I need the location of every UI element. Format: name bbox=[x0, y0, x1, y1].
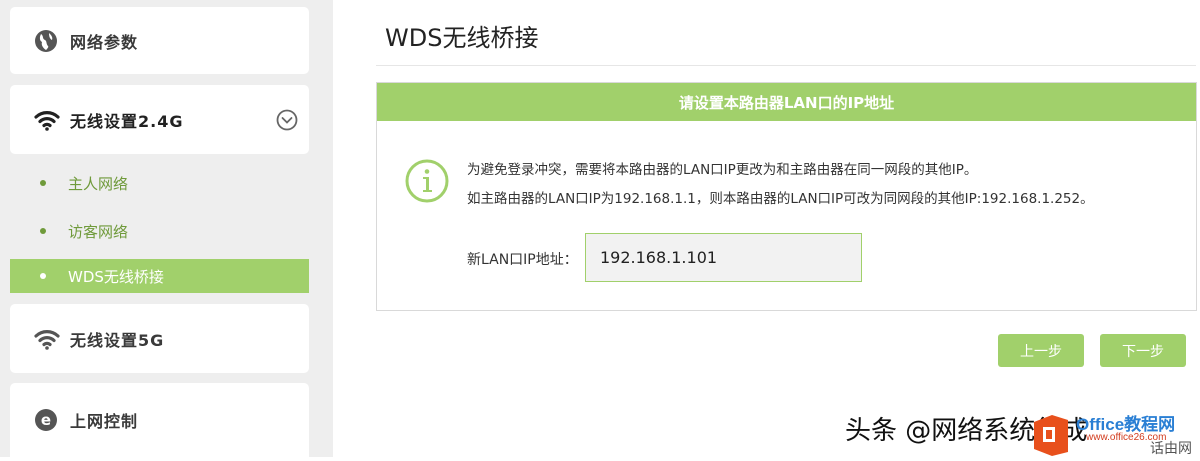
previous-step-button[interactable]: 上一步 bbox=[998, 334, 1084, 367]
sidebar-item-host-network[interactable]: 主人网络 bbox=[10, 166, 309, 200]
sidebar-item-label: 主人网络 bbox=[68, 174, 129, 193]
wifi-icon bbox=[34, 109, 60, 131]
sidebar: 网络参数 无线设置2.4G 主人网络 访客网络 WDS无线桥接 无线设置5G e… bbox=[0, 0, 333, 457]
page-title: WDS无线桥接 bbox=[385, 24, 539, 52]
sidebar-item-label: WDS无线桥接 bbox=[68, 267, 164, 286]
menu-network-params[interactable]: 网络参数 bbox=[10, 7, 309, 74]
wifi-icon bbox=[34, 328, 60, 350]
sidebar-item-wds-bridge[interactable]: WDS无线桥接 bbox=[10, 259, 309, 293]
next-step-button[interactable]: 下一步 bbox=[1100, 334, 1186, 367]
info-circle-icon bbox=[405, 159, 449, 207]
chevron-down-circle-icon[interactable] bbox=[276, 109, 298, 131]
main-content: WDS无线桥接 请设置本路由器LAN口的IP地址 为避免登录冲突，需要将本路由器… bbox=[333, 0, 1200, 457]
bullet-dot bbox=[40, 273, 46, 279]
ie-browser-icon: e bbox=[34, 408, 58, 432]
sidebar-item-guest-network[interactable]: 访客网络 bbox=[10, 214, 309, 248]
sidebar-item-label: 访客网络 bbox=[68, 222, 129, 241]
lan-ip-input[interactable] bbox=[585, 233, 862, 282]
menu-wireless-2g[interactable]: 无线设置2.4G bbox=[10, 85, 309, 154]
menu-label: 网络参数 bbox=[70, 32, 139, 52]
ip-field-label: 新LAN口IP地址： bbox=[467, 252, 578, 268]
info-example-text: 如主路由器的LAN口IP为192.168.1.1，则本路由器的LAN口IP可改为… bbox=[467, 191, 1094, 207]
panel-header: 请设置本路由器LAN口的IP地址 bbox=[377, 83, 1196, 121]
bullet-dot bbox=[40, 228, 46, 234]
menu-wireless-5g[interactable]: 无线设置5G bbox=[10, 304, 309, 373]
svg-text:e: e bbox=[41, 411, 51, 429]
settings-panel: 请设置本路由器LAN口的IP地址 为避免登录冲突，需要将本路由器的LAN口IP更… bbox=[376, 82, 1197, 311]
watermark-corner: 话由网 bbox=[1150, 441, 1192, 457]
menu-label: 上网控制 bbox=[70, 412, 139, 431]
menu-label: 无线设置2.4G bbox=[70, 111, 184, 131]
globe-icon bbox=[34, 29, 58, 53]
info-text: 为避免登录冲突，需要将本路由器的LAN口IP更改为和主路由器在同一网段的其他IP… bbox=[467, 162, 978, 178]
divider bbox=[376, 65, 1196, 66]
menu-internet-control[interactable]: e 上网控制 bbox=[10, 383, 309, 457]
menu-label: 无线设置5G bbox=[70, 330, 165, 350]
bullet-dot bbox=[40, 180, 46, 186]
